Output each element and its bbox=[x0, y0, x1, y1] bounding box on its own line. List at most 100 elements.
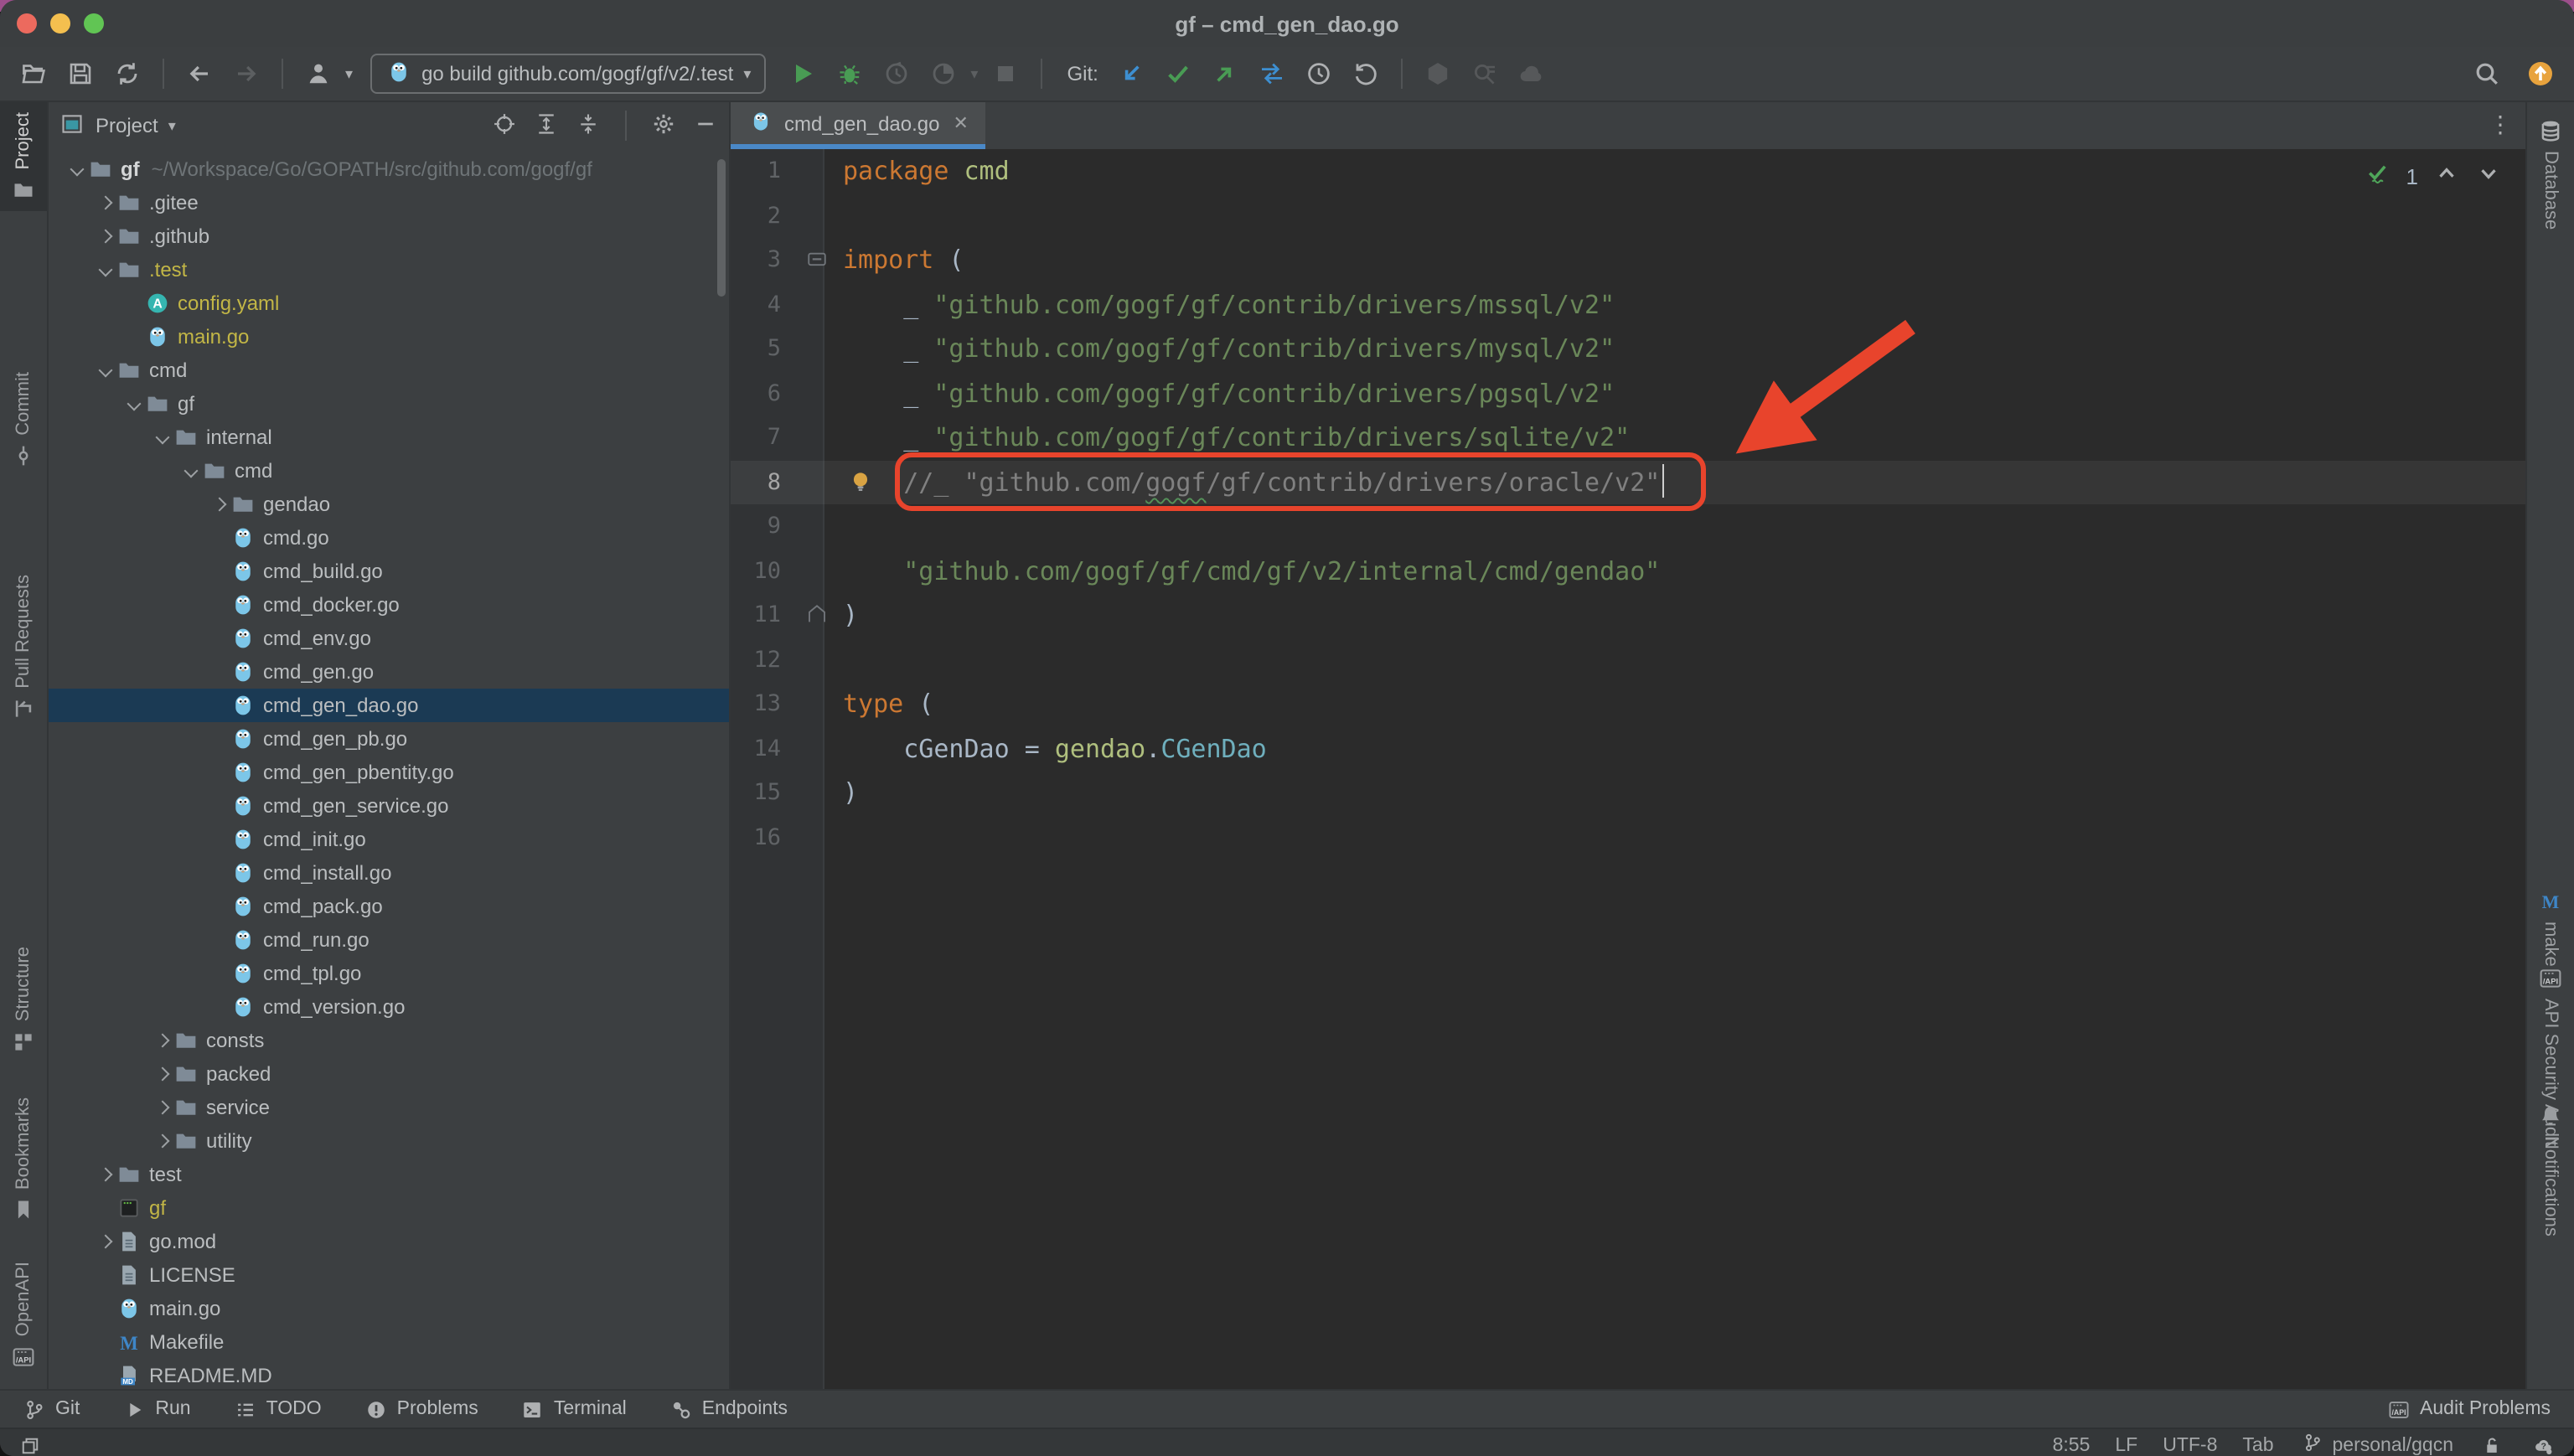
chevron-closed-icon[interactable] bbox=[94, 226, 114, 246]
locate-target-icon[interactable] bbox=[491, 111, 518, 140]
search-icon[interactable] bbox=[2467, 54, 2507, 94]
chevron-closed-icon[interactable] bbox=[151, 1064, 171, 1084]
tree-item-gendao[interactable]: gendao bbox=[49, 488, 729, 521]
line-number[interactable]: 4 bbox=[731, 282, 781, 327]
open-folder-icon[interactable] bbox=[13, 54, 54, 94]
chevron-open-icon[interactable] bbox=[151, 427, 171, 447]
unlock-icon[interactable] bbox=[2478, 1435, 2505, 1455]
cloud-icon[interactable] bbox=[1512, 54, 1553, 94]
line-number[interactable]: 15 bbox=[731, 771, 781, 815]
code-line-10[interactable]: 10 "github.com/gogf/gf/cmd/gf/v2/interna… bbox=[731, 549, 2525, 593]
tree-item-cmd-gen-dao-go[interactable]: cmd_gen_dao.go bbox=[49, 689, 729, 722]
chevron-closed-icon[interactable] bbox=[94, 193, 114, 213]
git-history-icon[interactable] bbox=[1300, 54, 1340, 94]
tree-item-cmd-init-go[interactable]: cmd_init.go bbox=[49, 823, 729, 856]
tree-item-packed[interactable]: packed bbox=[49, 1057, 729, 1091]
stripe-item-commit[interactable]: Commit bbox=[0, 362, 47, 478]
chevron-open-icon[interactable] bbox=[179, 461, 199, 481]
line-number[interactable]: 14 bbox=[731, 726, 781, 771]
tree-item-cmd-env-go[interactable]: cmd_env.go bbox=[49, 622, 729, 655]
gear-icon[interactable] bbox=[650, 111, 677, 140]
code-line-13[interactable]: 13type ( bbox=[731, 682, 2525, 726]
stripe-item-notifications[interactable]: Notifications bbox=[2527, 1094, 2574, 1247]
code-line-16[interactable]: 16 bbox=[731, 815, 2525, 860]
run-configuration-select[interactable]: go build github.com/gogf/gf/v2/.test ▾ bbox=[370, 54, 766, 94]
tree-item-utility[interactable]: utility bbox=[49, 1124, 729, 1158]
profiler-button[interactable] bbox=[876, 54, 917, 94]
tree-item-cmd-tpl-go[interactable]: cmd_tpl.go bbox=[49, 957, 729, 990]
tree-item-license[interactable]: LICENSE bbox=[49, 1258, 729, 1292]
line-number[interactable]: 11 bbox=[731, 593, 781, 638]
tree-item-cmd-go[interactable]: cmd.go bbox=[49, 521, 729, 555]
back-icon[interactable] bbox=[179, 54, 220, 94]
line-number[interactable]: 2 bbox=[731, 194, 781, 238]
chevron-open-icon[interactable] bbox=[65, 159, 85, 179]
toolwindow-problems[interactable]: Problems bbox=[365, 1398, 478, 1420]
line-number[interactable]: 9 bbox=[731, 504, 781, 549]
tree-item-config-yaml[interactable]: Aconfig.yaml bbox=[49, 287, 729, 320]
tree-item-cmd-gen-go[interactable]: cmd_gen.go bbox=[49, 655, 729, 689]
indent-indicator[interactable]: Tab bbox=[2242, 1435, 2273, 1455]
search-everywhere-doc-icon[interactable] bbox=[1465, 54, 1506, 94]
code-line-6[interactable]: 6 _ "github.com/gogf/gf/contrib/drivers/… bbox=[731, 371, 2525, 416]
toolwindow-todo[interactable]: TODO bbox=[235, 1398, 322, 1420]
chevron-open-icon[interactable] bbox=[94, 360, 114, 380]
chevron-closed-icon[interactable] bbox=[151, 1097, 171, 1118]
tree-item-internal[interactable]: internal bbox=[49, 421, 729, 454]
collapse-all-icon[interactable] bbox=[575, 111, 602, 140]
tree-item-cmd-version-go[interactable]: cmd_version.go bbox=[49, 990, 729, 1024]
tree-item-main-go[interactable]: main.go bbox=[49, 320, 729, 354]
coverage-button[interactable] bbox=[923, 54, 964, 94]
chevron-open-icon[interactable] bbox=[122, 394, 142, 414]
tree-item-main-go[interactable]: main.go bbox=[49, 1292, 729, 1325]
more-options-icon[interactable]: ⋮ bbox=[2489, 111, 2512, 139]
toolwindow-audit-problems[interactable]: /APIAudit Problems bbox=[2388, 1398, 2551, 1420]
tree-item-gf[interactable]: gf~/Workspace/Go/GOPATH/src/github.com/g… bbox=[49, 152, 729, 186]
help-cloud-icon[interactable]: ? bbox=[2530, 1435, 2557, 1455]
git-push-icon[interactable] bbox=[1206, 54, 1246, 94]
windows-squares-icon[interactable] bbox=[17, 1435, 44, 1455]
line-number[interactable]: 8 bbox=[731, 460, 781, 504]
tree-item-consts[interactable]: consts bbox=[49, 1024, 729, 1057]
tree-item-cmd-run-go[interactable]: cmd_run.go bbox=[49, 923, 729, 957]
line-number[interactable]: 13 bbox=[731, 682, 781, 726]
prev-problem-icon[interactable] bbox=[2433, 161, 2460, 191]
chevron-open-icon[interactable] bbox=[94, 260, 114, 280]
fold-open-icon[interactable] bbox=[804, 246, 830, 271]
tree-scrollbar[interactable] bbox=[717, 159, 726, 297]
chevron-closed-icon[interactable] bbox=[94, 1231, 114, 1252]
tree-item-test[interactable]: test bbox=[49, 1158, 729, 1191]
tree-item-cmd-docker-go[interactable]: cmd_docker.go bbox=[49, 588, 729, 622]
tree-item--gitee[interactable]: .gitee bbox=[49, 186, 729, 219]
tab-cmd-gen-dao[interactable]: cmd_gen_dao.go ✕ bbox=[731, 102, 985, 149]
tree-item-gf[interactable]: gf bbox=[49, 1191, 729, 1225]
toolwindow-endpoints[interactable]: Endpoints bbox=[670, 1398, 788, 1420]
git-diff-icon[interactable] bbox=[1253, 54, 1293, 94]
minimize-panel-icon[interactable] bbox=[692, 111, 719, 140]
stripe-item-bookmarks[interactable]: Bookmarks bbox=[0, 1087, 47, 1231]
update-available-icon[interactable] bbox=[2520, 54, 2561, 94]
stripe-item-structure[interactable]: Structure bbox=[0, 937, 47, 1063]
line-number[interactable]: 3 bbox=[731, 238, 781, 282]
tree-item-cmd-gen-pbentity-go[interactable]: cmd_gen_pbentity.go bbox=[49, 756, 729, 789]
forward-icon[interactable] bbox=[226, 54, 266, 94]
tree-item-makefile[interactable]: MMakefile bbox=[49, 1325, 729, 1359]
toolwindow-git[interactable]: Git bbox=[23, 1398, 80, 1420]
tree-item-cmd-build-go[interactable]: cmd_build.go bbox=[49, 555, 729, 588]
tree-item-cmd[interactable]: cmd bbox=[49, 354, 729, 387]
tree-item-service[interactable]: service bbox=[49, 1091, 729, 1124]
tree-item-go-mod[interactable]: go.mod bbox=[49, 1225, 729, 1258]
inspections-widget[interactable]: 1 bbox=[2365, 161, 2502, 191]
code-line-5[interactable]: 5 _ "github.com/gogf/gf/contrib/drivers/… bbox=[731, 327, 2525, 371]
code-line-11[interactable]: 11) bbox=[731, 593, 2525, 638]
chevron-closed-icon[interactable] bbox=[208, 494, 228, 514]
user-profile-icon[interactable] bbox=[298, 54, 339, 94]
code-line-12[interactable]: 12 bbox=[731, 638, 2525, 682]
code-line-1[interactable]: 1package cmd bbox=[731, 149, 2525, 194]
stripe-item-openapi[interactable]: OpenAPI/API bbox=[0, 1252, 47, 1378]
expand-all-icon[interactable] bbox=[533, 111, 560, 140]
toolwindow-run[interactable]: Run bbox=[123, 1398, 190, 1420]
stripe-item-database[interactable]: Database bbox=[2527, 109, 2574, 240]
tree-item-gf[interactable]: gf bbox=[49, 387, 729, 421]
toolwindow-terminal[interactable]: Terminal bbox=[522, 1398, 627, 1420]
